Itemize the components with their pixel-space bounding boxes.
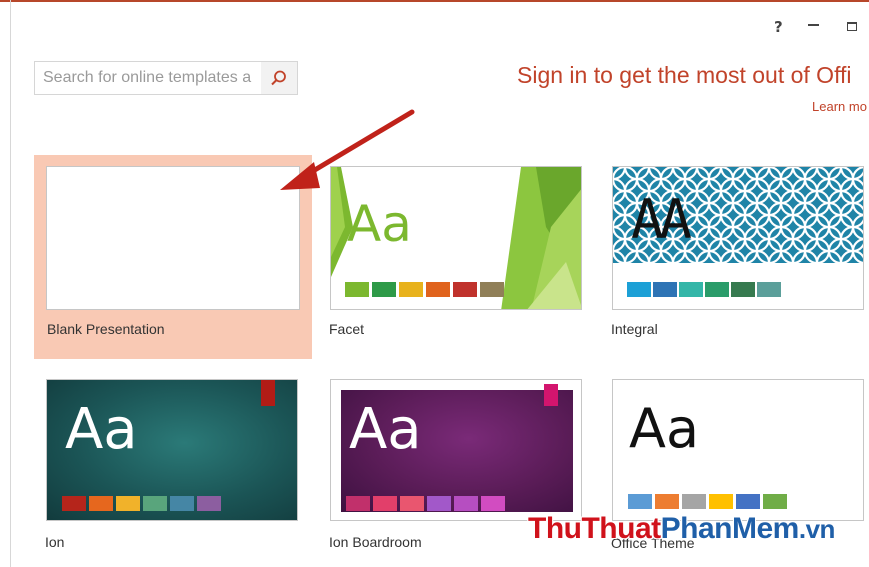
- window-top-border: [0, 0, 869, 2]
- color-swatches: [628, 494, 787, 509]
- template-search-box: [34, 61, 298, 95]
- window-left-border: [10, 0, 11, 567]
- watermark-part1: ThuThuat: [528, 512, 661, 545]
- color-swatches: [345, 282, 504, 297]
- accent-tab: [261, 380, 275, 406]
- template-thumbnail: Aa: [612, 379, 864, 521]
- accent-tab: [544, 384, 558, 406]
- theme-sample-text: Aa: [347, 195, 412, 253]
- color-swatches: [62, 496, 221, 511]
- search-icon: [271, 70, 286, 86]
- watermark: ThuThuatPhanMem.vn: [528, 512, 835, 546]
- search-input[interactable]: [35, 62, 261, 94]
- annotation-arrow-icon: [280, 109, 415, 190]
- template-label: Facet: [329, 321, 365, 337]
- minimize-button[interactable]: [808, 24, 819, 26]
- maximize-button[interactable]: [847, 22, 857, 31]
- learn-more-link[interactable]: Learn mo: [812, 99, 867, 114]
- template-label: Ion Boardroom: [329, 534, 422, 550]
- template-label: Ion: [45, 534, 65, 550]
- help-button[interactable]: ?: [774, 18, 783, 36]
- watermark-part3: .vn: [798, 514, 836, 544]
- template-ion[interactable]: Aa Ion: [34, 368, 312, 567]
- color-swatches: [346, 496, 505, 511]
- watermark-part2: PhanMem: [660, 512, 800, 545]
- template-label: Blank Presentation: [47, 321, 165, 337]
- template-thumbnail: AA: [612, 166, 864, 310]
- sign-in-prompt[interactable]: Sign in to get the most out of Offi: [517, 62, 852, 89]
- theme-sample-text: AA: [631, 188, 692, 251]
- template-label: Integral: [611, 321, 658, 337]
- search-button[interactable]: [261, 62, 297, 94]
- template-integral[interactable]: AA Integral: [600, 155, 869, 359]
- template-thumbnail: Aa: [330, 379, 582, 521]
- template-thumbnail: [46, 166, 300, 310]
- theme-sample-text: Aa: [349, 397, 422, 462]
- theme-sample-text: Aa: [629, 397, 700, 460]
- template-thumbnail: Aa: [46, 379, 298, 521]
- theme-sample-text: Aa: [65, 397, 138, 462]
- color-swatches: [627, 282, 781, 297]
